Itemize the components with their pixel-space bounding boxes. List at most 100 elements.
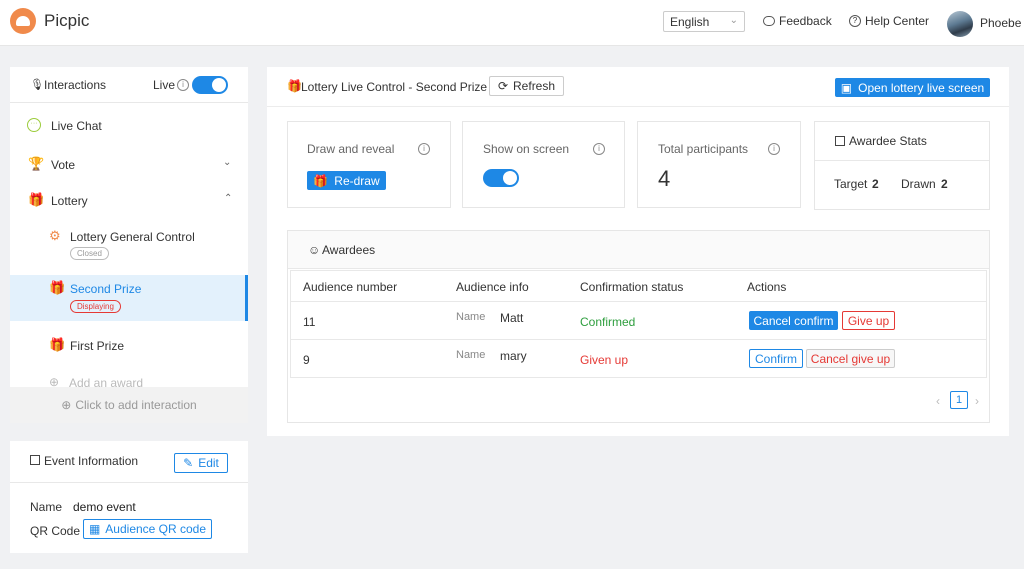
sidebar-item-general-control[interactable]: ⚙ Lottery General Control Closed xyxy=(10,225,248,267)
sidebar-item-label: Live Chat xyxy=(51,119,102,133)
confirm-label: Confirm xyxy=(754,351,797,366)
show-on-screen-toggle[interactable] xyxy=(483,169,519,187)
event-info-panel: Event Information ✎ Edit Name demo event… xyxy=(10,441,248,553)
table-row: 9 Name mary Given up Confirm Cancel give… xyxy=(291,340,986,378)
help-center-link[interactable]: ? Help Center xyxy=(849,14,929,28)
chevron-down-icon: ⌄ xyxy=(223,157,232,168)
interactions-title: Interactions xyxy=(44,78,107,92)
show-on-screen-card: Show on screen i xyxy=(462,121,625,208)
users-icon: ☺ xyxy=(308,243,321,257)
event-info-title: Event Information xyxy=(44,454,139,468)
page-title: Lottery Live Control - Second Prize xyxy=(301,80,488,94)
gift-icon: 🎁 xyxy=(49,337,66,352)
qr-code-label: QR Code xyxy=(30,524,81,538)
audience-info-value: mary xyxy=(500,349,527,363)
open-live-screen-button[interactable]: ▣ Open lottery live screen xyxy=(835,78,990,97)
audience-info-label: Name xyxy=(456,349,486,361)
column-header: Actions xyxy=(747,280,787,294)
refresh-button[interactable]: ⟳ Refresh xyxy=(489,76,564,96)
cancel-confirm-button[interactable]: Cancel confirm xyxy=(749,311,838,330)
confirmation-status: Given up xyxy=(580,353,629,367)
column-header: Audience number xyxy=(303,280,398,294)
column-header: Confirmation status xyxy=(580,280,684,294)
main-header: 🎁 Lottery Live Control - Second Prize ⟳ … xyxy=(267,67,1009,107)
gift-icon: 🎁 xyxy=(49,280,66,295)
awardee-stats-header: Awardee Stats xyxy=(815,122,989,161)
gift-icon: 🎁 xyxy=(313,173,329,188)
drawn-label: Drawn xyxy=(901,177,936,191)
sidebar-item-label: Vote xyxy=(51,158,76,172)
pagination-prev-icon[interactable]: ‹ xyxy=(936,394,940,408)
edit-label: Edit xyxy=(198,456,219,470)
chat-bubble-icon xyxy=(763,16,775,26)
question-circle-icon: ? xyxy=(849,15,861,27)
sidebar-item-live-chat[interactable]: ··· Live Chat xyxy=(10,113,248,137)
participants-title: Total participants xyxy=(658,142,749,156)
event-info-header: Event Information ✎ Edit xyxy=(10,441,248,483)
live-toggle[interactable] xyxy=(192,76,228,94)
awardees-header: ☺ Awardees xyxy=(288,231,989,269)
language-select[interactable]: English ⌄ xyxy=(663,11,745,32)
gift-icon: 🎁 xyxy=(28,192,45,207)
refresh-icon: ⟳ xyxy=(497,79,509,93)
cancel-give-up-button[interactable]: Cancel give up xyxy=(806,349,895,368)
sidebar-item-label: First Prize xyxy=(70,339,124,353)
draw-reveal-card: Draw and reveal i 🎁 Re-draw xyxy=(287,121,451,208)
event-name-label: Name xyxy=(30,500,63,514)
qr-code-icon: ▦ xyxy=(88,522,101,536)
redraw-button[interactable]: 🎁 Re-draw xyxy=(307,171,386,190)
feedback-label: Feedback xyxy=(779,14,832,28)
awardees-title: Awardees xyxy=(322,243,376,257)
help-center-label: Help Center xyxy=(865,14,930,28)
sidebar-item-second-prize[interactable]: 🎁 Second Prize Displaying xyxy=(10,275,248,321)
document-icon xyxy=(30,455,40,465)
participants-count: 4 xyxy=(658,166,671,191)
draw-reveal-title: Draw and reveal xyxy=(307,142,395,156)
feedback-link[interactable]: Feedback xyxy=(763,14,832,28)
sidebar-item-vote[interactable]: 🏆 Vote ⌄ xyxy=(10,152,248,176)
info-icon[interactable]: i xyxy=(418,143,430,155)
app-logo-icon[interactable] xyxy=(10,8,36,34)
sidebar-item-first-prize[interactable]: 🎁 First Prize xyxy=(10,333,248,357)
sidebar-item-label: Lottery General Control xyxy=(70,230,195,244)
language-value: English xyxy=(670,15,710,29)
awardee-stats-card: Awardee Stats Target 2 Drawn 2 xyxy=(814,121,990,210)
table-row: 11 Name Matt Confirmed Cancel confirm Gi… xyxy=(291,302,986,340)
audience-info-value: Matt xyxy=(500,311,524,325)
audience-qr-code-button[interactable]: ▦ Audience QR code xyxy=(83,519,212,539)
gift-icon: 🎁 xyxy=(287,79,302,93)
info-icon[interactable]: i xyxy=(177,79,189,91)
confirm-button[interactable]: Confirm xyxy=(749,349,803,368)
sidebar-item-label: Second Prize xyxy=(70,282,142,296)
give-up-button[interactable]: Give up xyxy=(842,311,895,330)
target-value: 2 xyxy=(872,177,879,191)
cancel-give-up-label: Cancel give up xyxy=(810,351,891,366)
sidebar-item-lottery[interactable]: 🎁 Lottery ⌃ xyxy=(10,188,248,212)
add-interaction-label: Click to add interaction xyxy=(75,398,197,412)
awardees-section: ☺ Awardees Audience number Audience info… xyxy=(287,230,990,423)
info-icon[interactable]: i xyxy=(768,143,780,155)
add-interaction-button[interactable]: ⊕ Click to add interaction xyxy=(10,387,248,423)
column-header: Audience info xyxy=(456,280,529,294)
pagination-page[interactable]: 1 xyxy=(950,391,968,409)
top-bar: Picpic English ⌄ Feedback ? Help Center … xyxy=(0,0,1024,46)
edit-icon: ✎ xyxy=(183,456,194,470)
avatar[interactable] xyxy=(947,11,973,37)
edit-button[interactable]: ✎ Edit xyxy=(174,453,228,473)
confirmation-status: Confirmed xyxy=(580,315,636,329)
add-award-button[interactable]: ⊕ Add an award xyxy=(10,372,248,388)
redraw-label: Re-draw xyxy=(334,173,380,188)
audience-qr-code-label: Audience QR code xyxy=(105,522,207,536)
mic-icon: 🎙 xyxy=(30,79,44,91)
participants-card: Total participants i 4 xyxy=(637,121,801,208)
cancel-confirm-label: Cancel confirm xyxy=(753,313,834,328)
plus-circle-icon: ⊕ xyxy=(61,398,72,412)
info-icon[interactable]: i xyxy=(593,143,605,155)
audience-number: 11 xyxy=(303,315,316,329)
user-name[interactable]: Phoebe xyxy=(980,16,1021,30)
app-name: Picpic xyxy=(44,11,90,30)
main-panel: 🎁 Lottery Live Control - Second Prize ⟳ … xyxy=(267,67,1009,436)
pagination-next-icon[interactable]: › xyxy=(975,394,979,408)
event-name-value: demo event xyxy=(73,500,136,514)
refresh-label: Refresh xyxy=(513,79,556,93)
